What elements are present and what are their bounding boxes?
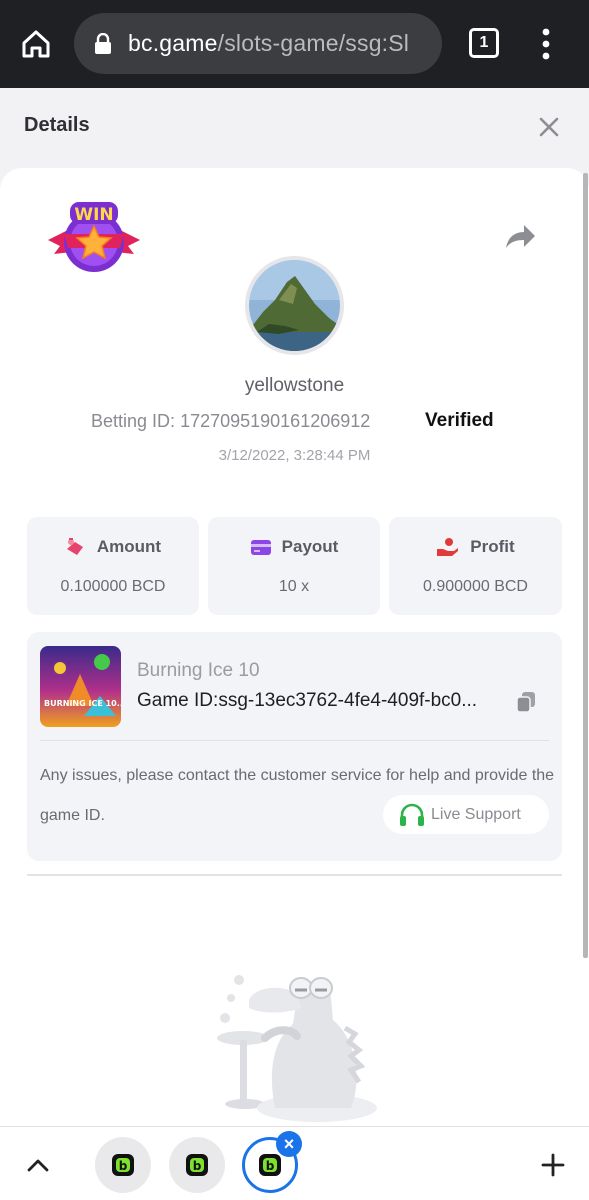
lock-icon [95,32,111,54]
game-id-value: ssg-13ec3762-4fe4-409f-bc0... [218,690,478,711]
avatar [245,256,344,355]
game-id-row: Game ID:ssg-13ec3762-4fe4-409f-bc0... [137,690,477,712]
game-info-card: BURNING ICE 10... Burning Ice 10 Game ID… [27,632,562,861]
game-thumbnail[interactable]: BURNING ICE 10... [40,646,121,727]
more-menu-icon[interactable] [536,26,556,62]
svg-text:b: b [193,1159,202,1173]
win-badge-icon: WIN [48,202,140,272]
bet-datetime: 3/12/2022, 3:28:44 PM [218,447,371,464]
svg-text:b: b [266,1159,275,1173]
home-icon[interactable] [16,24,56,64]
payout-value: 10 x [278,578,310,595]
payout-label: Payout [281,537,339,556]
payout-stat: Payout 10 x [208,517,380,615]
scrollbar[interactable] [583,173,588,958]
svg-text:b: b [119,1159,128,1173]
browser-toolbar: bc.game/slots-game/ssg:Sl 1 [0,0,589,88]
live-support-button[interactable]: Live Support [383,795,549,834]
profit-hand-icon [437,538,459,556]
plus-icon[interactable] [541,1153,565,1177]
game-id-label: Game ID: [137,690,219,711]
card-icon [250,540,271,555]
headset-icon [400,803,424,826]
payout-header: Payout [208,537,380,557]
username: yellowstone [244,375,345,396]
page-title: Details [24,114,90,136]
url-text: bc.game/slots-game/ssg:Sl [128,30,409,57]
bc-game-favicon-icon: b [112,1154,134,1176]
crocodile-mascot-icon [217,975,377,1122]
money-bag-icon [66,538,83,555]
amount-label: Amount [96,537,162,556]
live-support-label: Live Support [431,805,521,823]
tab-strip: b b b × [0,1126,589,1200]
url-path: /slots-game/ssg:Sl [217,30,410,56]
betting-id-value: 1727095190161206912 [180,411,371,431]
tab-count: 1 [479,34,489,51]
game-thumb-text: BURNING ICE 10... [44,699,121,708]
tab-thumbnail-2[interactable]: b [169,1137,225,1193]
section-divider [27,874,562,876]
close-tab-icon[interactable]: × [276,1131,302,1157]
tab-switcher-button[interactable]: 1 [469,28,499,58]
betting-id-row: Betting ID: 1727095190161206912 [91,411,370,432]
game-thumbnail-image: BURNING ICE 10... [40,646,121,727]
divider [40,740,549,741]
share-icon[interactable] [504,222,536,252]
amount-value: 0.100000 BCD [60,578,166,595]
avatar-image [249,260,340,351]
tab-thumbnail-1[interactable]: b [95,1137,151,1193]
amount-header: Amount [27,537,199,557]
profit-label: Profit [470,537,515,556]
profit-header: Profit [389,537,562,557]
address-bar[interactable]: bc.game/slots-game/ssg:Sl [74,13,442,74]
details-page: Details WIN yellowstone Betting ID: 1727… [0,88,589,1126]
bc-game-favicon-icon: b [186,1154,208,1176]
url-domain: bc.game [128,30,218,56]
profit-stat: Profit 0.900000 BCD [389,517,562,615]
close-icon[interactable] [538,116,560,138]
chevron-up-icon[interactable] [26,1157,50,1173]
amount-stat: Amount 0.100000 BCD [27,517,199,615]
game-name: Burning Ice 10 [137,660,260,681]
copy-icon[interactable] [516,691,536,713]
profit-value: 0.900000 BCD [423,578,528,595]
bc-game-favicon-icon: b [259,1154,281,1176]
verified-label: Verified [425,410,494,431]
betting-id-label: Betting ID: [91,411,176,431]
win-badge-text: WIN [74,205,113,225]
